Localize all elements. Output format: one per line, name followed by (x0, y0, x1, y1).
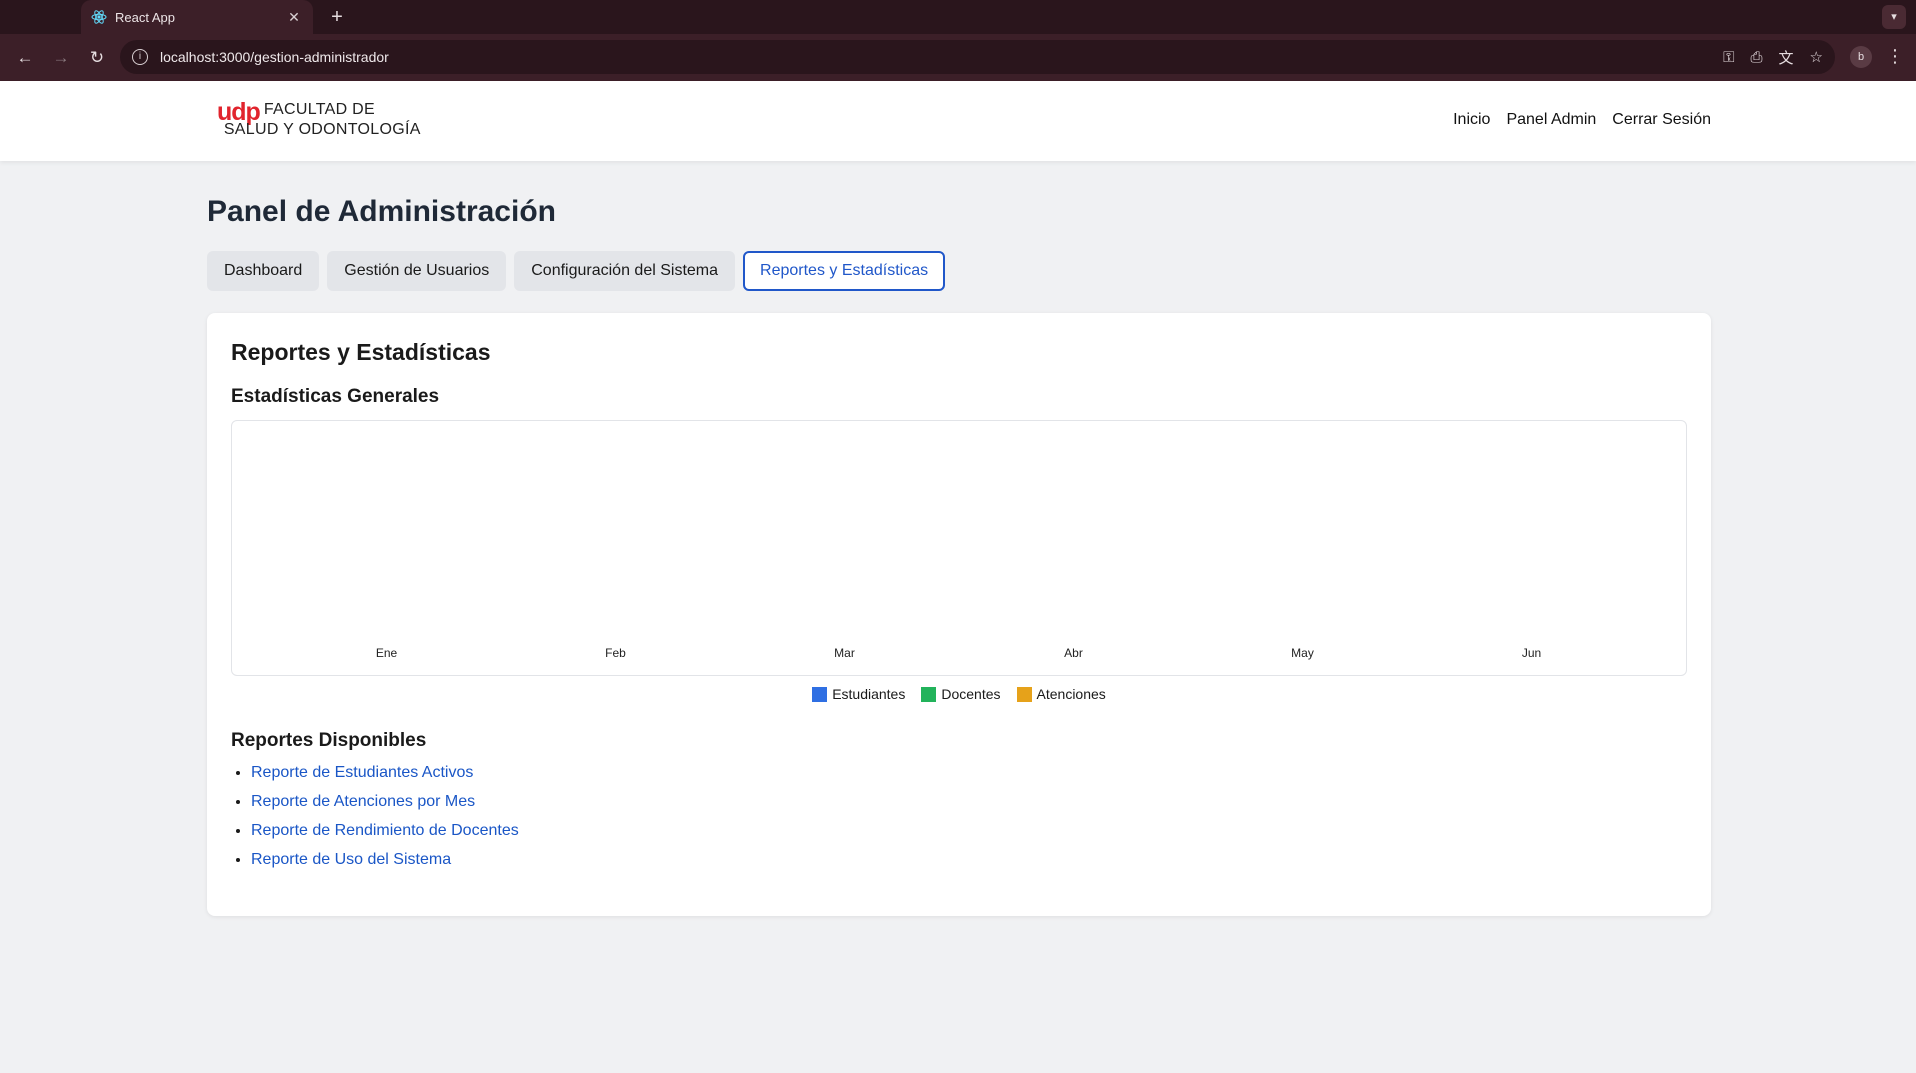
list-item: Reporte de Estudiantes Activos (251, 764, 1687, 782)
x-tick-label: Abr (1064, 646, 1083, 660)
url-text[interactable]: localhost:3000/gestion-administrador (160, 49, 1707, 65)
tab-search-button[interactable]: ▾ (1882, 5, 1906, 29)
new-tab-button[interactable]: + (324, 4, 350, 30)
tab-reportes-estadisticas[interactable]: Reportes y Estadísticas (743, 251, 946, 291)
nav-inicio[interactable]: Inicio (1453, 111, 1490, 129)
legend-item-docentes: Docentes (921, 686, 1001, 702)
tab-gestion-usuarios[interactable]: Gestión de Usuarios (327, 251, 507, 291)
react-icon (91, 10, 107, 24)
logo-line1: FACULTAD DE (263, 101, 375, 118)
list-item: Reporte de Atenciones por Mes (251, 793, 1687, 811)
legend-item-atenciones: Atenciones (1016, 686, 1106, 702)
translate-icon[interactable]: 文 (1779, 47, 1794, 68)
reports-title: Reportes Disponibles (231, 730, 427, 751)
x-tick-label: Mar (834, 646, 855, 660)
report-estudiantes-activos-link[interactable]: Reporte de Estudiantes Activos (251, 764, 473, 781)
install-app-icon[interactable]: ⎙ (1751, 49, 1763, 66)
browser-tabstrip: React App ✕ + ▾ (0, 0, 1916, 34)
main-nav: Inicio Panel Admin Cerrar Sesión (1453, 111, 1711, 129)
tab-configuracion-sistema[interactable]: Configuración del Sistema (514, 251, 736, 291)
udp-logo[interactable]: udp FACULTAD DE SALUD Y ODONTOLOGÍA (217, 100, 421, 140)
stats-chart: Ene Feb Mar Abr May Jun (231, 420, 1687, 676)
legend-swatch (921, 686, 937, 702)
nav-cerrar-sesion[interactable]: Cerrar Sesión (1612, 111, 1711, 129)
x-tick-label: Feb (605, 646, 626, 660)
logo-line2: SALUD Y ODONTOLOGÍA (223, 121, 421, 138)
stats-title: Estadísticas Generales (231, 386, 440, 407)
admin-tabs: Dashboard Gestión de Usuarios Configurac… (207, 251, 1711, 291)
chart-legend: Estudiantes Docentes Atenciones (231, 686, 1687, 702)
legend-label: Estudiantes (832, 686, 906, 702)
password-key-icon[interactable]: ⚿ (1723, 49, 1734, 66)
close-tab-icon[interactable]: ✕ (285, 9, 303, 26)
page-title: Panel de Administración (207, 195, 556, 228)
forward-button[interactable]: → (46, 43, 76, 73)
list-item: Reporte de Rendimiento de Docentes (251, 822, 1687, 840)
nav-panel-admin[interactable]: Panel Admin (1506, 111, 1596, 129)
legend-label: Docentes (941, 686, 1001, 702)
bookmark-star-icon[interactable]: ☆ (1810, 48, 1823, 66)
browser-tab[interactable]: React App ✕ (81, 0, 313, 34)
browser-tab-title: React App (115, 9, 175, 25)
x-tick-label: Ene (376, 646, 398, 660)
app-header: udp FACULTAD DE SALUD Y ODONTOLOGÍA Inic… (0, 81, 1916, 161)
site-info-icon[interactable]: i (132, 49, 148, 65)
tab-dashboard[interactable]: Dashboard (207, 251, 320, 291)
legend-label: Atenciones (1036, 686, 1106, 702)
card-title: Reportes y Estadísticas (231, 339, 491, 365)
legend-item-estudiantes: Estudiantes (812, 686, 905, 702)
x-tick-label: May (1291, 646, 1314, 660)
reports-card: Reportes y Estadísticas Estadísticas Gen… (207, 313, 1711, 916)
address-bar[interactable]: i localhost:3000/gestion-administrador ⚿… (120, 40, 1835, 74)
legend-swatch (812, 686, 828, 702)
browser-menu-icon[interactable]: ⋮ (1886, 46, 1904, 67)
report-atenciones-mes-link[interactable]: Reporte de Atenciones por Mes (251, 793, 475, 810)
report-uso-sistema-link[interactable]: Reporte de Uso del Sistema (251, 851, 451, 868)
legend-swatch (1016, 686, 1032, 702)
browser-toolbar: ← → ↻ i localhost:3000/gestion-administr… (0, 34, 1916, 81)
report-rendimiento-docentes-link[interactable]: Reporte de Rendimiento de Docentes (251, 822, 519, 839)
x-tick-label: Jun (1522, 646, 1541, 660)
reports-section: Reportes Disponibles Reporte de Estudian… (231, 730, 1687, 869)
reports-list: Reporte de Estudiantes Activos Reporte d… (231, 764, 1687, 869)
reload-button[interactable]: ↻ (82, 43, 112, 73)
logo-text: FACULTAD DE SALUD Y ODONTOLOGÍA (224, 100, 421, 140)
list-item: Reporte de Uso del Sistema (251, 851, 1687, 869)
profile-avatar[interactable]: b (1850, 46, 1872, 68)
main-content: Panel de Administración Dashboard Gestió… (207, 195, 1711, 916)
back-button[interactable]: ← (10, 43, 40, 73)
stats-chart-svg: Ene Feb Mar Abr May Jun (376, 646, 1541, 660)
